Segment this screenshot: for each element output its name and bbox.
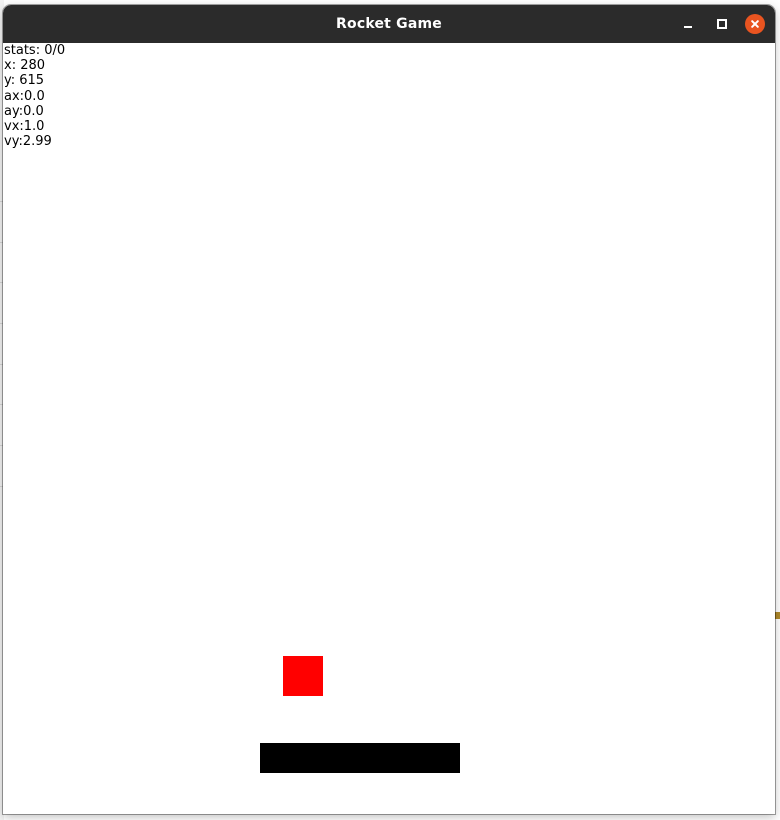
rocket [283, 656, 323, 696]
hud-ax-line: ax:0.0 [4, 88, 45, 104]
close-button[interactable] [745, 14, 765, 34]
minimize-button[interactable] [678, 14, 698, 34]
hud-vx-line: vx:1.0 [4, 119, 45, 135]
maximize-icon [717, 19, 727, 29]
hud-x-line: x: 280 [4, 58, 46, 74]
hud-y-line: y: 615 [4, 73, 45, 89]
hud-stats-line: stats: 0/0 [4, 43, 66, 58]
window-titlebar[interactable]: Rocket Game [3, 5, 775, 43]
maximize-button[interactable] [712, 14, 732, 34]
window-title: Rocket Game [336, 16, 442, 32]
hud-vy-line: vy:2.99 [4, 134, 52, 150]
game-window: Rocket Game stats: 0/0 x: 280 y: 615 ax:… [3, 5, 775, 814]
game-canvas[interactable]: stats: 0/0 x: 280 y: 615 ax:0.0 ay:0.0 v… [3, 43, 775, 814]
hud-ay-line: ay:0.0 [4, 103, 44, 119]
close-icon [745, 14, 765, 34]
hud-stats: stats: 0/0 x: 280 y: 615 ax:0.0 ay:0.0 v… [4, 43, 65, 149]
minimize-icon [684, 26, 692, 28]
landing-platform [260, 743, 460, 773]
